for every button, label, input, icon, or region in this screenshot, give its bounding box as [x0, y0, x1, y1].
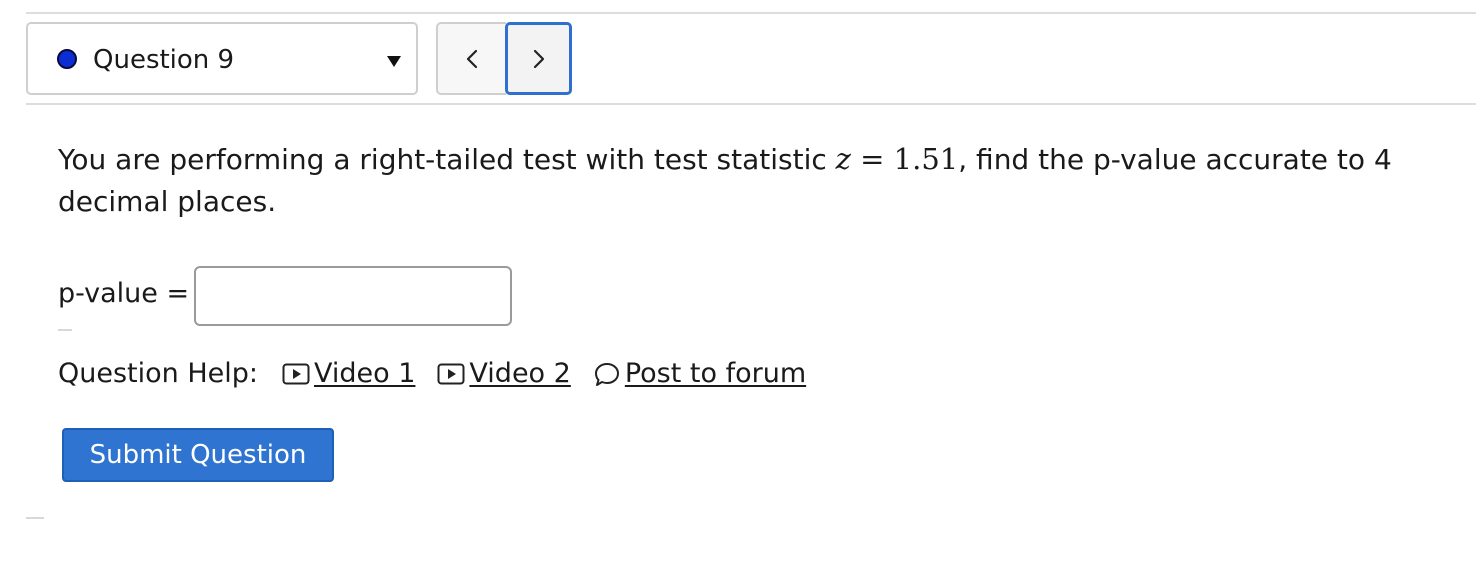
- math-variable: z: [835, 142, 851, 176]
- math-value: = 1.51: [850, 142, 959, 176]
- previous-question-button[interactable]: [436, 22, 506, 95]
- video-play-icon: [437, 363, 465, 385]
- test-statistic-expression: z = 1.51: [836, 142, 959, 176]
- speech-bubble-icon: [594, 363, 619, 386]
- p-value-label: p-value =: [58, 278, 190, 309]
- question-text-intro: You are performing a right-tailed test w…: [58, 143, 836, 176]
- submit-question-button[interactable]: Submit Question: [62, 428, 334, 482]
- question-help: Question Help: Video 1 Video 2 Post to f…: [58, 354, 828, 394]
- question-selector-label: Question 9: [93, 45, 235, 75]
- chevron-down-icon: [387, 56, 401, 67]
- navigation-divider: [26, 103, 1476, 105]
- chevron-left-icon: [466, 49, 478, 68]
- video-2-link[interactable]: Video 2: [437, 356, 571, 392]
- divider-mark: [58, 329, 72, 331]
- question-status-dot: [57, 49, 77, 69]
- post-to-forum-link[interactable]: Post to forum: [593, 356, 806, 392]
- next-question-button[interactable]: [505, 22, 572, 95]
- post-to-forum-label: Post to forum: [624, 358, 807, 389]
- video-1-link[interactable]: Video 1: [282, 356, 415, 392]
- question-selector[interactable]: Question 9: [26, 22, 418, 95]
- video-play-icon: [282, 363, 310, 385]
- top-divider: [26, 12, 1476, 14]
- question-prompt: You are performing a right-tailed test w…: [58, 138, 1418, 223]
- video-2-label: Video 2: [469, 358, 571, 389]
- question-help-label: Question Help:: [58, 358, 258, 389]
- chevron-right-icon: [533, 49, 544, 68]
- footer-mark: [26, 517, 44, 519]
- p-value-input[interactable]: [194, 266, 512, 326]
- video-1-label: Video 1: [314, 358, 416, 389]
